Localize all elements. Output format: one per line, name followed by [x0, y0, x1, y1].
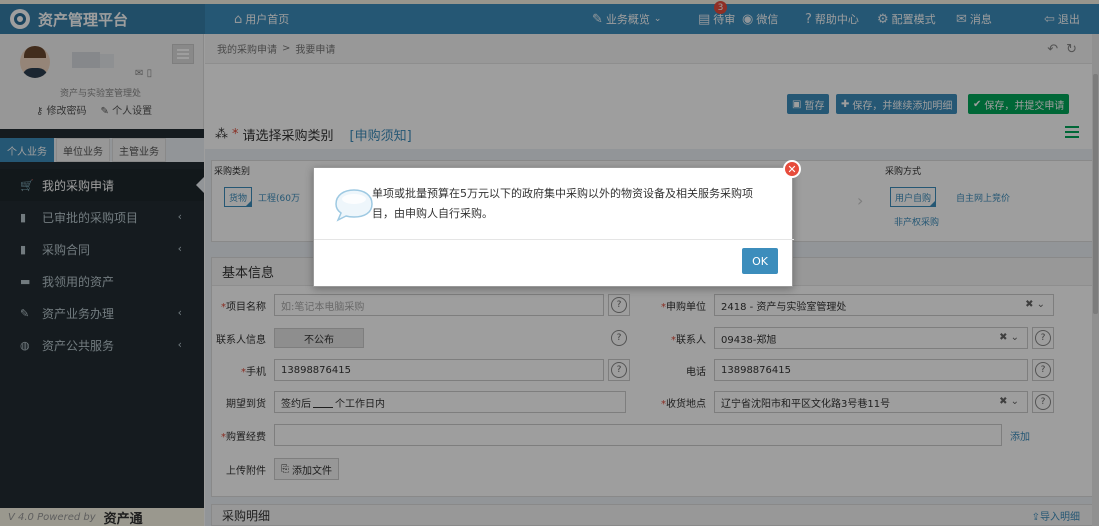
dialog-message: 单项或批量预算在5万元以下的政府集中采购以外的物资设备及相关服务采购项目，由申购… — [372, 187, 753, 220]
ok-button[interactable]: OK — [742, 248, 778, 274]
info-dialog: ✕ 单项或批量预算在5万元以下的政府集中采购以外的物资设备及相关服务采购项目，由… — [313, 160, 801, 287]
speech-bubble-icon — [335, 189, 373, 222]
close-icon[interactable]: ✕ — [783, 160, 801, 178]
